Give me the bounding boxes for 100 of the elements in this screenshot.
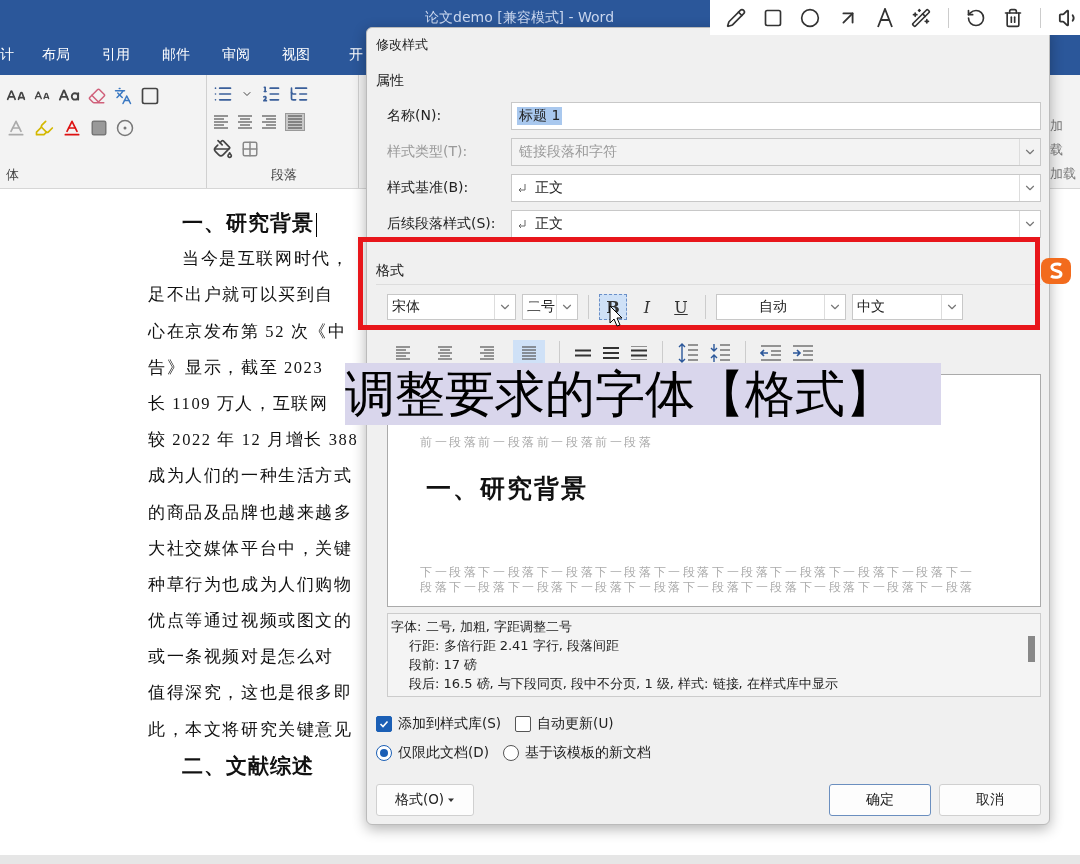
shading-icon[interactable] [213, 139, 233, 160]
description-text: 段前: 17 磅 [409, 656, 478, 674]
document-text: 当今是互联网时代， [182, 248, 350, 271]
indent-icon[interactable] [760, 344, 782, 362]
checkmark-icon [379, 718, 389, 729]
document-text: 心在京发布第 52 次《中 [148, 320, 347, 343]
window-title: 论文demo [兼容模式] - Word [425, 8, 614, 27]
checkbox[interactable] [515, 715, 532, 732]
ribbon-tab[interactable]: 视图 [266, 46, 326, 64]
cancel-button[interactable]: 取消 [939, 784, 1041, 816]
trash-icon[interactable] [1003, 7, 1023, 28]
document-text: 的商品及品牌也越来越多 [148, 501, 353, 524]
field-label: 样式类型(T): [387, 143, 469, 161]
magic-wand-icon[interactable] [911, 7, 931, 28]
align-icon [261, 114, 277, 129]
group-label: 段落 [270, 166, 297, 184]
align-icon [395, 346, 411, 360]
style-toggle-button[interactable]: U [667, 294, 695, 320]
caret-icon [447, 797, 456, 803]
document-text: 种草行为也成为人们购物 [148, 573, 353, 596]
align-icon [437, 346, 453, 360]
checkbox[interactable] [376, 715, 392, 732]
ribbon-tab[interactable]: 布局 [26, 46, 86, 64]
radio-label: 仅限此文档(D) [398, 743, 489, 762]
logo-icon [1040, 256, 1072, 286]
field-label: 名称(N): [387, 107, 443, 125]
ribbon-tab[interactable]: 审阅 [206, 46, 266, 64]
paragraph-spacing-icon[interactable] [709, 342, 731, 364]
borders-icon[interactable] [241, 140, 259, 159]
ok-button[interactable]: 确定 [829, 784, 931, 816]
group-label: 体 [6, 166, 19, 184]
document-heading: 二、文献综述 [182, 752, 314, 780]
document-text: 较 2022 年 12 月增长 388 [148, 429, 359, 452]
align-icon [287, 114, 303, 129]
description-text: 字体: 二号, 加粗, 字距调整二号 [391, 618, 573, 636]
ribbon-tab[interactable]: 计 [0, 46, 14, 64]
font-select[interactable]: 宋体 [387, 294, 516, 320]
size-select[interactable]: 二号 [522, 294, 578, 320]
align-icon [213, 114, 229, 129]
document-text: 大社交媒体平台中，关键 [148, 537, 353, 560]
document-text: 值得深究，这也是很多即 [148, 682, 353, 705]
undo-icon[interactable] [966, 7, 986, 28]
paragraph-mark-icon [517, 183, 527, 193]
text-tool-icon[interactable] [876, 7, 894, 28]
style-select[interactable]: 正文 [511, 174, 1041, 202]
circle-icon[interactable] [800, 7, 820, 28]
document-text: 成为人们的一种生活方式 [148, 465, 353, 488]
document-text: 或一条视频对是怎么对 [148, 646, 334, 669]
line-spacing-icon[interactable] [630, 346, 648, 360]
align-icon [479, 346, 495, 360]
preview-heading: 一、研究背景 [426, 473, 588, 505]
format-menu-button[interactable]: 格式(O) [376, 784, 474, 816]
section-label: 属性 [376, 72, 404, 90]
preview-text: 前一段落前一段落前一段落前一段落 [420, 435, 654, 450]
preview-text: 段落下一段落下一段落下一段落下一段落下一段落下一段落下一段落下一段落下一段落 [420, 580, 975, 595]
document-text: 告》显示，截至 2023 [148, 356, 324, 379]
enclose-character-icon[interactable] [116, 119, 134, 137]
color-select[interactable]: 自动 [716, 294, 846, 320]
section-label: 格式 [376, 262, 404, 280]
radio-button[interactable] [502, 744, 519, 761]
addin-label: 加载 [1050, 165, 1076, 183]
name-input[interactable]: 标题 1 [511, 102, 1041, 130]
pencil-icon[interactable] [726, 7, 746, 28]
style-select[interactable]: 正文 [511, 210, 1041, 238]
eraser-icon[interactable] [88, 87, 106, 105]
indent-icon[interactable] [792, 344, 814, 362]
radio-button[interactable] [376, 744, 392, 761]
preview-text: 下一段落下一段落下一段落下一段落下一段落下一段落下一段落下一段落下一段落下一 [420, 565, 975, 580]
rectangle-icon[interactable] [763, 7, 783, 28]
checkbox-label: 自动更新(U) [537, 714, 614, 733]
script-select[interactable]: 中文 [852, 294, 963, 320]
document-heading: 一、研究背景 [182, 205, 317, 242]
addin-label: 载 [1050, 141, 1063, 159]
field-label: 样式基准(B): [387, 179, 470, 197]
paragraph-mark-icon [517, 219, 527, 229]
phonetic-guide-icon[interactable] [114, 87, 132, 105]
description-text: 段后: 16.5 磅, 与下段同页, 段中不分页, 1 级, 样式: 链接, 在样式库中显示 [409, 675, 838, 693]
radio-label: 基于该模板的新文档 [524, 743, 651, 762]
justify-button[interactable] [285, 112, 305, 131]
addin-label: 加 [1050, 117, 1063, 135]
document-text: 足不出户就可以买到自 [148, 284, 334, 307]
document-text: 此，本文将研究关键意见 [148, 718, 353, 741]
style-toggle-button[interactable]: I [633, 294, 661, 320]
scrollbar-thumb[interactable] [1028, 636, 1035, 662]
document-text: 长 1109 万人，互联网 [148, 392, 329, 415]
line-spacing-icon[interactable] [602, 346, 620, 360]
caption-overlay: 调整要求的字体【格式】 [345, 363, 941, 425]
checkbox-label: 添加到样式库(S) [398, 714, 502, 733]
paragraph-spacing-icon[interactable] [677, 342, 699, 364]
dialog-title: 修改样式 [376, 36, 428, 54]
character-border-icon[interactable] [140, 86, 160, 106]
description-text: 行距: 多倍行距 2.41 字行, 段落间距 [409, 637, 619, 655]
document-text: 优点等通过视频或图文的 [148, 610, 353, 633]
field-label: 后续段落样式(S): [387, 215, 497, 233]
font-color-icon[interactable] [62, 118, 82, 138]
align-icon [521, 346, 537, 360]
align-icon [237, 114, 253, 129]
ribbon-tab[interactable]: 邮件 [146, 46, 206, 64]
ribbon-tab[interactable]: 引用 [86, 46, 146, 64]
character-shading-icon[interactable] [90, 119, 108, 137]
